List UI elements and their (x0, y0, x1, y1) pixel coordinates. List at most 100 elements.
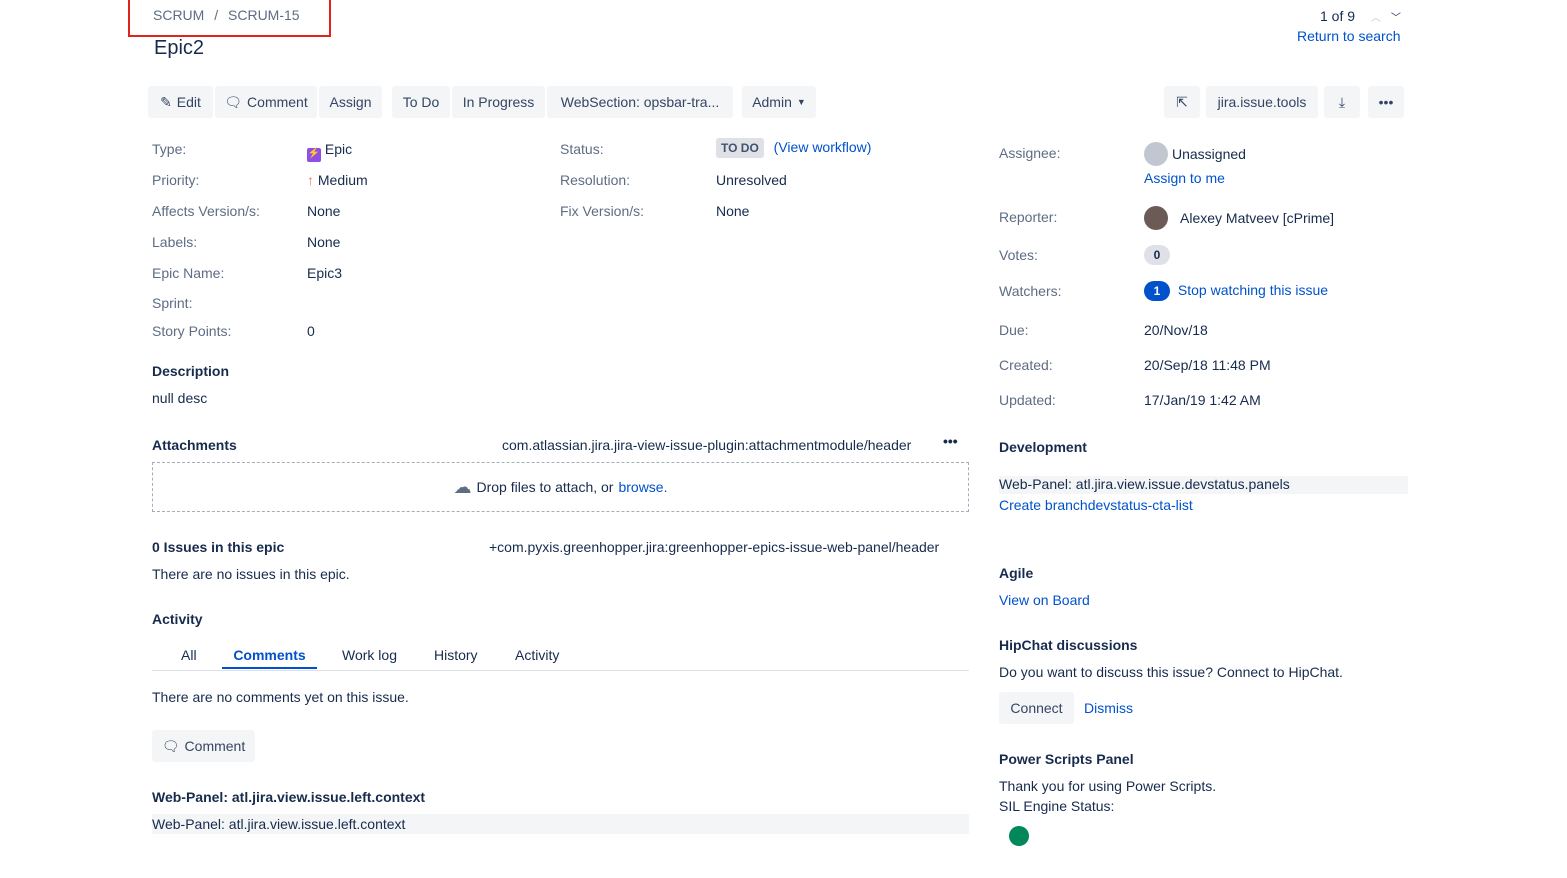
cloud-upload-icon: ☁ (453, 476, 472, 497)
pencil-icon: ✎ (160, 93, 172, 110)
breadcrumb-issue[interactable]: SCRUM-15 (228, 7, 300, 23)
view-on-board-link[interactable]: View on Board (999, 592, 1090, 608)
comment-label: Comment (247, 94, 308, 110)
attachments-header: com.atlassian.jira.jira-view-issue-plugi… (502, 437, 912, 453)
votes-badge: 0 (1144, 245, 1170, 265)
arrow-up-icon: ↑ (307, 172, 314, 188)
add-comment-button[interactable]: 🗨 Comment (152, 730, 255, 762)
tab-history[interactable]: History (434, 647, 478, 663)
prev-icon[interactable]: ︿ (1371, 13, 1381, 24)
next-icon[interactable]: ﹀ (1391, 13, 1401, 24)
agile-heading: Agile (999, 565, 1034, 581)
tabs-divider (152, 670, 969, 671)
epic-issues-text: There are no issues in this epic. (152, 566, 350, 582)
watchers-label: Watchers: (999, 283, 1062, 299)
attachments-heading: Attachments (152, 437, 237, 453)
avatar (1144, 142, 1168, 166)
power-scripts-line2: SIL Engine Status: (999, 798, 1115, 814)
epic-name-label: Epic Name: (152, 265, 225, 281)
chevron-down-icon: ▼ (796, 97, 806, 107)
votes-value[interactable]: 0 (1144, 245, 1170, 265)
updated-label: Updated: (999, 392, 1056, 408)
power-scripts-line1: Thank you for using Power Scripts. (999, 778, 1217, 794)
drop-text: Drop files to attach, or (476, 479, 614, 495)
share-button[interactable]: ⇱ (1164, 86, 1200, 118)
attachment-dropzone[interactable]: ☁ Drop files to attach, or browse. (152, 462, 969, 512)
assignee-text: Unassigned (1172, 146, 1246, 162)
priority-value: ↑ Medium (307, 172, 368, 188)
avatar (1144, 206, 1168, 230)
affects-label: Affects Version/s: (152, 203, 260, 219)
left-panel-text: Web-Panel: atl.jira.view.issue.left.cont… (152, 814, 969, 834)
breadcrumb-project[interactable]: SCRUM (153, 7, 204, 23)
development-heading: Development (999, 439, 1087, 455)
stop-watching-link[interactable]: Stop watching this issue (1178, 282, 1328, 298)
todo-button[interactable]: To Do (392, 86, 450, 118)
edit-button[interactable]: ✎ Edit (148, 86, 213, 118)
create-branch-link[interactable]: Create branchdevstatus-cta-list (999, 497, 1193, 513)
created-value: 20/Sep/18 11:48 PM (1144, 357, 1271, 373)
epic-icon: ⚡ (307, 148, 321, 162)
share-icon: ⇱ (1176, 93, 1188, 110)
resolution-label: Resolution: (560, 172, 631, 188)
assignee-value: Unassigned (1144, 142, 1246, 166)
due-label: Due: (999, 322, 1029, 338)
power-scripts-heading: Power Scripts Panel (999, 751, 1134, 767)
download-icon: ⤓ (1338, 93, 1346, 110)
browse-link[interactable]: browse. (618, 479, 667, 495)
left-panel-heading: Web-Panel: atl.jira.view.issue.left.cont… (152, 789, 426, 805)
comment-icon: 🗨 (224, 93, 243, 110)
view-workflow-link[interactable]: (View workflow) (774, 139, 872, 155)
connect-button[interactable]: Connect (999, 692, 1074, 724)
labels-value: None (307, 234, 341, 250)
reporter-value: Alexey Matveev [cPrime] (1144, 206, 1334, 230)
add-comment-label: Comment (184, 738, 246, 754)
watchers-badge[interactable]: 1 (1144, 281, 1170, 301)
return-to-search[interactable]: Return to search (1297, 28, 1401, 44)
affects-value: None (307, 203, 341, 219)
epic-issues-header[interactable]: +com.pyxis.greenhopper.jira:greenhopper-… (489, 539, 939, 555)
dismiss-link[interactable]: Dismiss (1084, 700, 1133, 716)
epic-name-value: Epic3 (307, 265, 343, 281)
in-progress-button[interactable]: In Progress (452, 86, 545, 118)
type-label: Type: (152, 141, 187, 157)
breadcrumb: SCRUM / SCRUM-15 (153, 7, 300, 23)
websection-button[interactable]: WebSection: opsbar-tra... (547, 86, 733, 118)
attachments-more-icon[interactable]: ••• (943, 433, 958, 449)
tab-comments[interactable]: Comments (222, 647, 317, 669)
type-text: Epic (324, 141, 353, 157)
assign-button[interactable]: Assign (319, 86, 382, 118)
assign-to-me-link[interactable]: Assign to me (1144, 170, 1225, 186)
more-button[interactable]: ••• (1368, 86, 1404, 118)
engine-status-indicator (1009, 826, 1029, 846)
development-panel: Web-Panel: atl.jira.view.issue.devstatus… (999, 476, 1408, 494)
export-button[interactable]: ⤓ (1324, 86, 1360, 118)
hipchat-text: Do you want to discuss this issue? Conne… (999, 664, 1343, 680)
admin-label: Admin (752, 94, 792, 110)
watchers-value: 1 Stop watching this issue (1144, 281, 1328, 301)
no-comments-text: There are no comments yet on this issue. (152, 689, 409, 705)
status-label: Status: (560, 141, 604, 157)
assignee-label: Assignee: (999, 145, 1061, 161)
activity-heading: Activity (152, 611, 203, 627)
type-value: ⚡ Epic (307, 141, 352, 162)
reporter-text: Alexey Matveev [cPrime] (1180, 210, 1335, 226)
resolution-value: Unresolved (716, 172, 787, 188)
description-heading: Description (152, 363, 230, 379)
page-title: Epic2 (154, 37, 205, 59)
reporter-label: Reporter: (999, 209, 1058, 225)
labels-label: Labels: (152, 234, 198, 250)
story-points-label: Story Points: (152, 323, 232, 339)
priority-label: Priority: (152, 172, 200, 188)
hipchat-heading: HipChat discussions (999, 637, 1138, 653)
tab-all[interactable]: All (181, 647, 197, 663)
story-points-value: 0 (307, 323, 315, 339)
created-label: Created: (999, 357, 1053, 373)
admin-button[interactable]: Admin ▼ (742, 86, 816, 118)
tab-work-log[interactable]: Work log (342, 647, 397, 663)
breadcrumb-sep: / (214, 7, 219, 23)
comment-button[interactable]: 🗨 Comment (215, 86, 317, 118)
description-text[interactable]: null desc (152, 390, 207, 406)
tools-button[interactable]: jira.issue.tools (1206, 86, 1318, 118)
tab-activity[interactable]: Activity (515, 647, 559, 663)
